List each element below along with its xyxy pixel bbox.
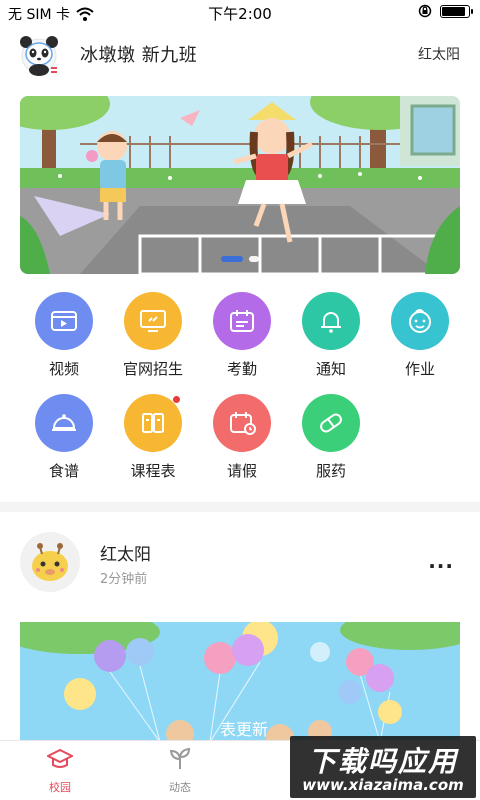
app-header: 冰墩墩 新九班 红太阳 — [0, 28, 480, 78]
child-face-icon — [391, 292, 449, 350]
more-options-button[interactable]: ··· — [428, 556, 454, 576]
pill-icon — [302, 394, 360, 452]
status-bar: 无 SIM 卡 下午2:00 — [0, 0, 480, 24]
banner-carousel[interactable] — [20, 96, 460, 274]
status-time: 下午2:00 — [208, 5, 272, 23]
tab-label: 动态 — [169, 781, 191, 794]
status-right — [418, 4, 473, 18]
book-icon — [124, 394, 182, 452]
carousel-dot[interactable] — [249, 256, 259, 262]
grid-item-notice[interactable]: 通知 — [291, 292, 371, 379]
section-divider — [0, 502, 480, 512]
class-title: 冰墩墩 新九班 — [80, 45, 198, 66]
calendar-icon — [213, 292, 271, 350]
grid-item-label: 通知 — [315, 360, 346, 378]
grid-item-label: 服药 — [315, 462, 346, 480]
grid-item-menu[interactable]: 食谱 — [24, 394, 104, 481]
leave-calendar-icon — [213, 394, 271, 452]
tab-campus[interactable]: 校园 — [20, 747, 100, 795]
watermark-url: www.xiazaima.com — [302, 776, 464, 794]
monitor-icon — [124, 292, 182, 350]
grid-item-medicine[interactable]: 服药 — [291, 394, 371, 481]
post-author-avatar[interactable] — [20, 532, 80, 592]
grid-item-label: 视频 — [48, 360, 79, 378]
grid-item-label: 作业 — [404, 360, 435, 378]
watermark-logo: 下载吗应用 www.xiazaima.com — [290, 736, 476, 798]
grid-item-homework[interactable]: 作业 — [380, 292, 460, 379]
giraffe-avatar-icon — [20, 532, 80, 592]
carousel-dot[interactable] — [221, 256, 243, 262]
grid-item-label: 考勤 — [226, 360, 257, 378]
carousel-indicator — [20, 256, 460, 262]
rotation-lock-icon — [418, 4, 432, 18]
dish-icon — [35, 394, 93, 452]
watermark-text: 下载吗应用 — [307, 745, 458, 778]
sprout-icon — [169, 747, 191, 769]
grid-item-label: 课程表 — [130, 462, 176, 480]
battery-level — [442, 6, 465, 16]
grid-item-attendance[interactable]: 考勤 — [202, 292, 282, 379]
battery-icon — [440, 4, 473, 18]
grid-item-label: 食谱 — [48, 462, 79, 480]
post-timestamp: 2分钟前 — [100, 572, 148, 587]
bell-icon — [302, 292, 360, 350]
grid-item-label: 官网招生 — [122, 360, 183, 378]
post-image[interactable]: 表更新 — [20, 622, 460, 742]
current-user-name[interactable]: 红太阳 — [418, 44, 460, 64]
grid-item-timetable[interactable]: 课程表 — [113, 394, 193, 481]
new-badge — [173, 396, 180, 403]
graduation-cap-icon — [45, 748, 75, 768]
grid-item-video[interactable]: 视频 — [24, 292, 104, 379]
banner-illustration — [20, 96, 460, 274]
tab-label: 校园 — [49, 781, 71, 794]
grid-item-label: 请假 — [226, 462, 257, 480]
video-icon — [35, 292, 93, 350]
tab-activity[interactable]: 动态 — [140, 747, 220, 795]
panda-avatar-icon[interactable] — [18, 34, 62, 78]
post-author-name[interactable]: 红太阳 — [100, 540, 151, 565]
post-image-caption: 表更新 — [220, 720, 269, 739]
grid-item-leave[interactable]: 请假 — [202, 394, 282, 481]
grid-item-admissions[interactable]: 官网招生 — [113, 292, 193, 379]
